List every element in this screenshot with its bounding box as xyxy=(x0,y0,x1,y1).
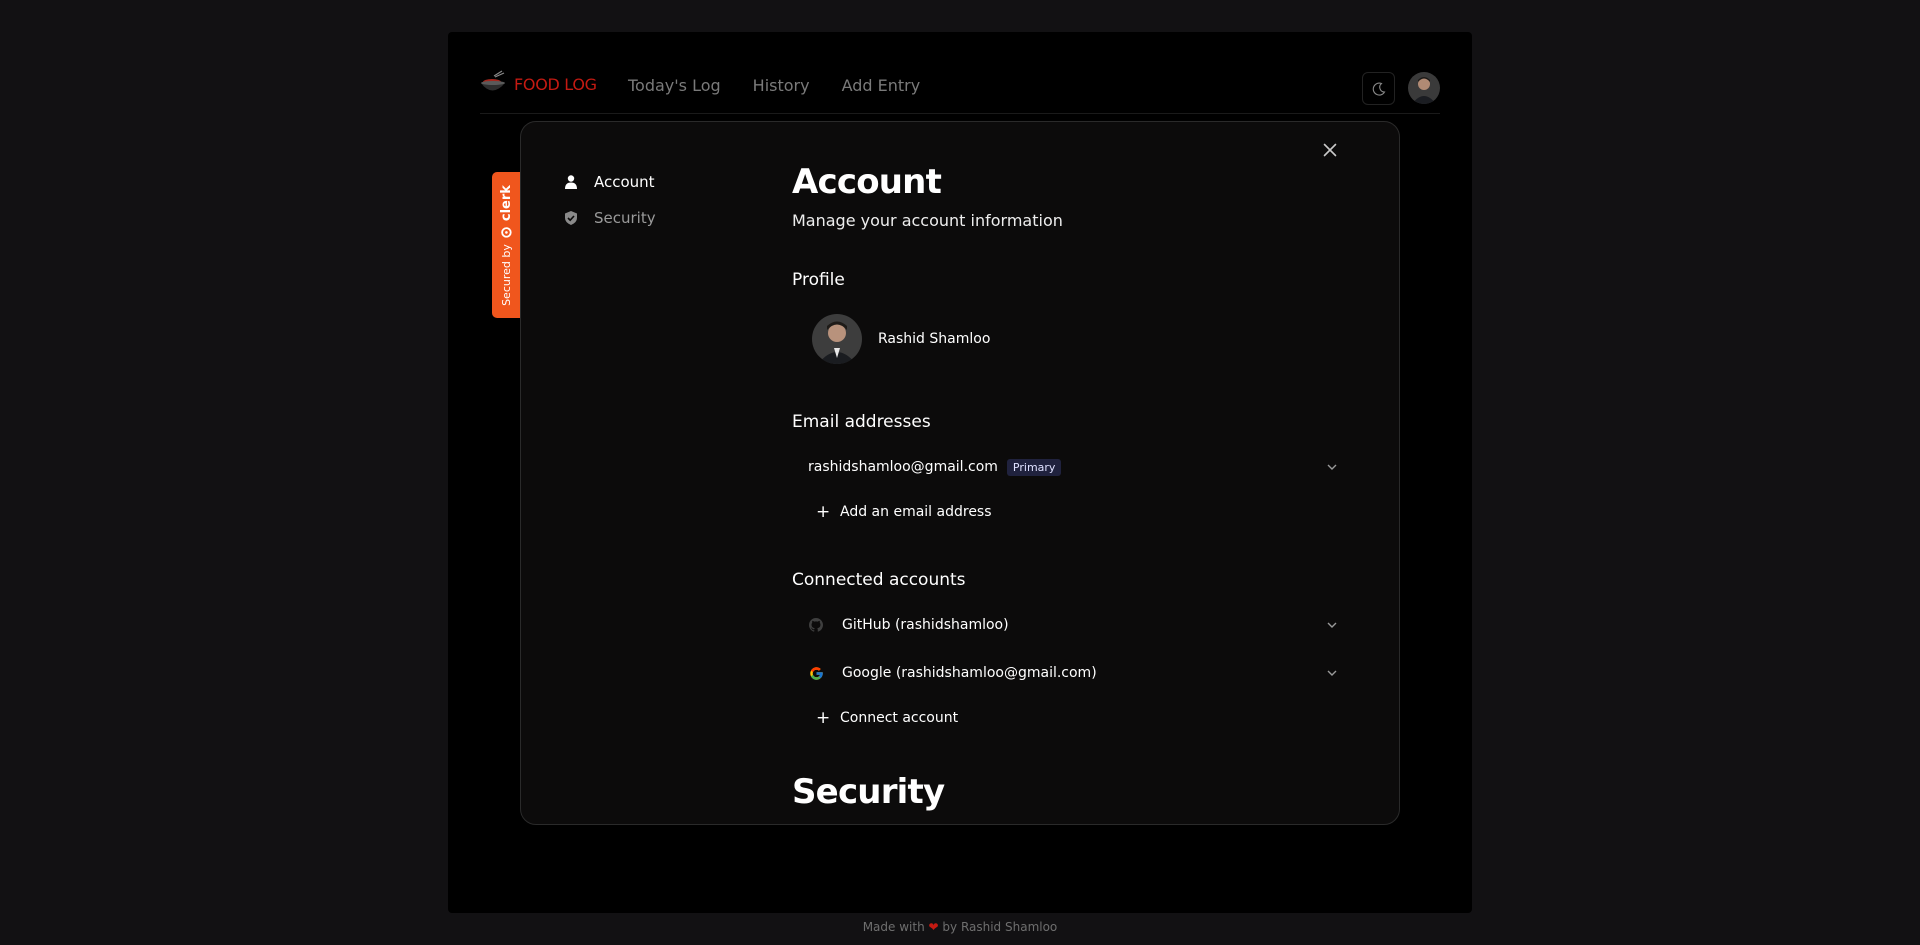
google-icon xyxy=(808,665,824,681)
food-bowl-icon xyxy=(481,70,505,91)
heart-icon: ❤ xyxy=(928,920,939,934)
connect-account-button[interactable]: + Connect account xyxy=(816,708,958,728)
clerk-logo-icon xyxy=(501,226,512,238)
account-sidebar: Account Security xyxy=(562,164,656,236)
theme-toggle-button[interactable] xyxy=(1362,72,1395,105)
email-row[interactable]: rashidshamloo@gmail.com Primary xyxy=(808,453,1348,481)
profile-row[interactable]: Rashid Shamloo xyxy=(812,314,990,364)
connected-account-github[interactable]: GitHub (rashidshamloo) xyxy=(808,611,1348,639)
plus-icon: + xyxy=(816,502,831,522)
user-icon xyxy=(562,173,580,191)
connected-accounts-title: Connected accounts xyxy=(792,570,966,590)
email-address: rashidshamloo@gmail.com xyxy=(808,459,998,475)
moon-icon xyxy=(1372,82,1385,96)
shield-icon xyxy=(562,209,580,227)
footer-made-with: Made with xyxy=(862,920,925,934)
sidebar-item-security[interactable]: Security xyxy=(562,200,656,236)
connected-account-google[interactable]: Google (rashidshamloo@gmail.com) xyxy=(808,659,1348,687)
account-content: Account Manage your account information … xyxy=(792,0,1352,825)
avatar-image xyxy=(1408,72,1440,104)
add-email-label: Add an email address xyxy=(840,504,992,520)
chevron-down-icon[interactable] xyxy=(1326,461,1338,473)
page-subtitle: Manage your account information xyxy=(792,211,1063,230)
page-title: Account xyxy=(792,162,942,202)
add-email-button[interactable]: + Add an email address xyxy=(816,502,992,522)
provider-label: GitHub (rashidshamloo) xyxy=(842,617,1009,633)
logo[interactable]: FOOD LOG xyxy=(480,70,597,98)
primary-badge: Primary xyxy=(1006,458,1062,476)
github-icon xyxy=(808,617,824,633)
chevron-down-icon[interactable] xyxy=(1326,619,1338,631)
profile-name: Rashid Shamloo xyxy=(878,331,991,347)
secured-by-text: Secured by xyxy=(500,243,513,306)
user-avatar-button[interactable] xyxy=(1408,72,1440,104)
logo-text: FOOD LOG xyxy=(514,74,597,94)
provider-label: Google (rashidshamloo@gmail.com) xyxy=(842,665,1097,681)
clerk-brand-text: clerk xyxy=(499,184,514,221)
avatar xyxy=(812,314,862,364)
sidebar-item-account[interactable]: Account xyxy=(562,164,656,200)
sidebar-item-label: Account xyxy=(594,173,655,191)
email-section-title: Email addresses xyxy=(792,412,931,432)
chevron-down-icon[interactable] xyxy=(1326,667,1338,679)
security-section-title: Security xyxy=(792,772,945,812)
profile-section-title: Profile xyxy=(792,270,845,290)
footer: Made with ❤ by Rashid Shamloo xyxy=(0,920,1920,934)
clerk-secured-badge[interactable]: Secured by clerk xyxy=(492,172,521,318)
connect-account-label: Connect account xyxy=(840,710,959,726)
plus-icon: + xyxy=(816,708,831,728)
sidebar-item-label: Security xyxy=(594,209,656,227)
footer-author: by Rashid Shamloo xyxy=(942,920,1058,934)
nav-link-todays-log[interactable]: Today's Log xyxy=(628,76,721,95)
